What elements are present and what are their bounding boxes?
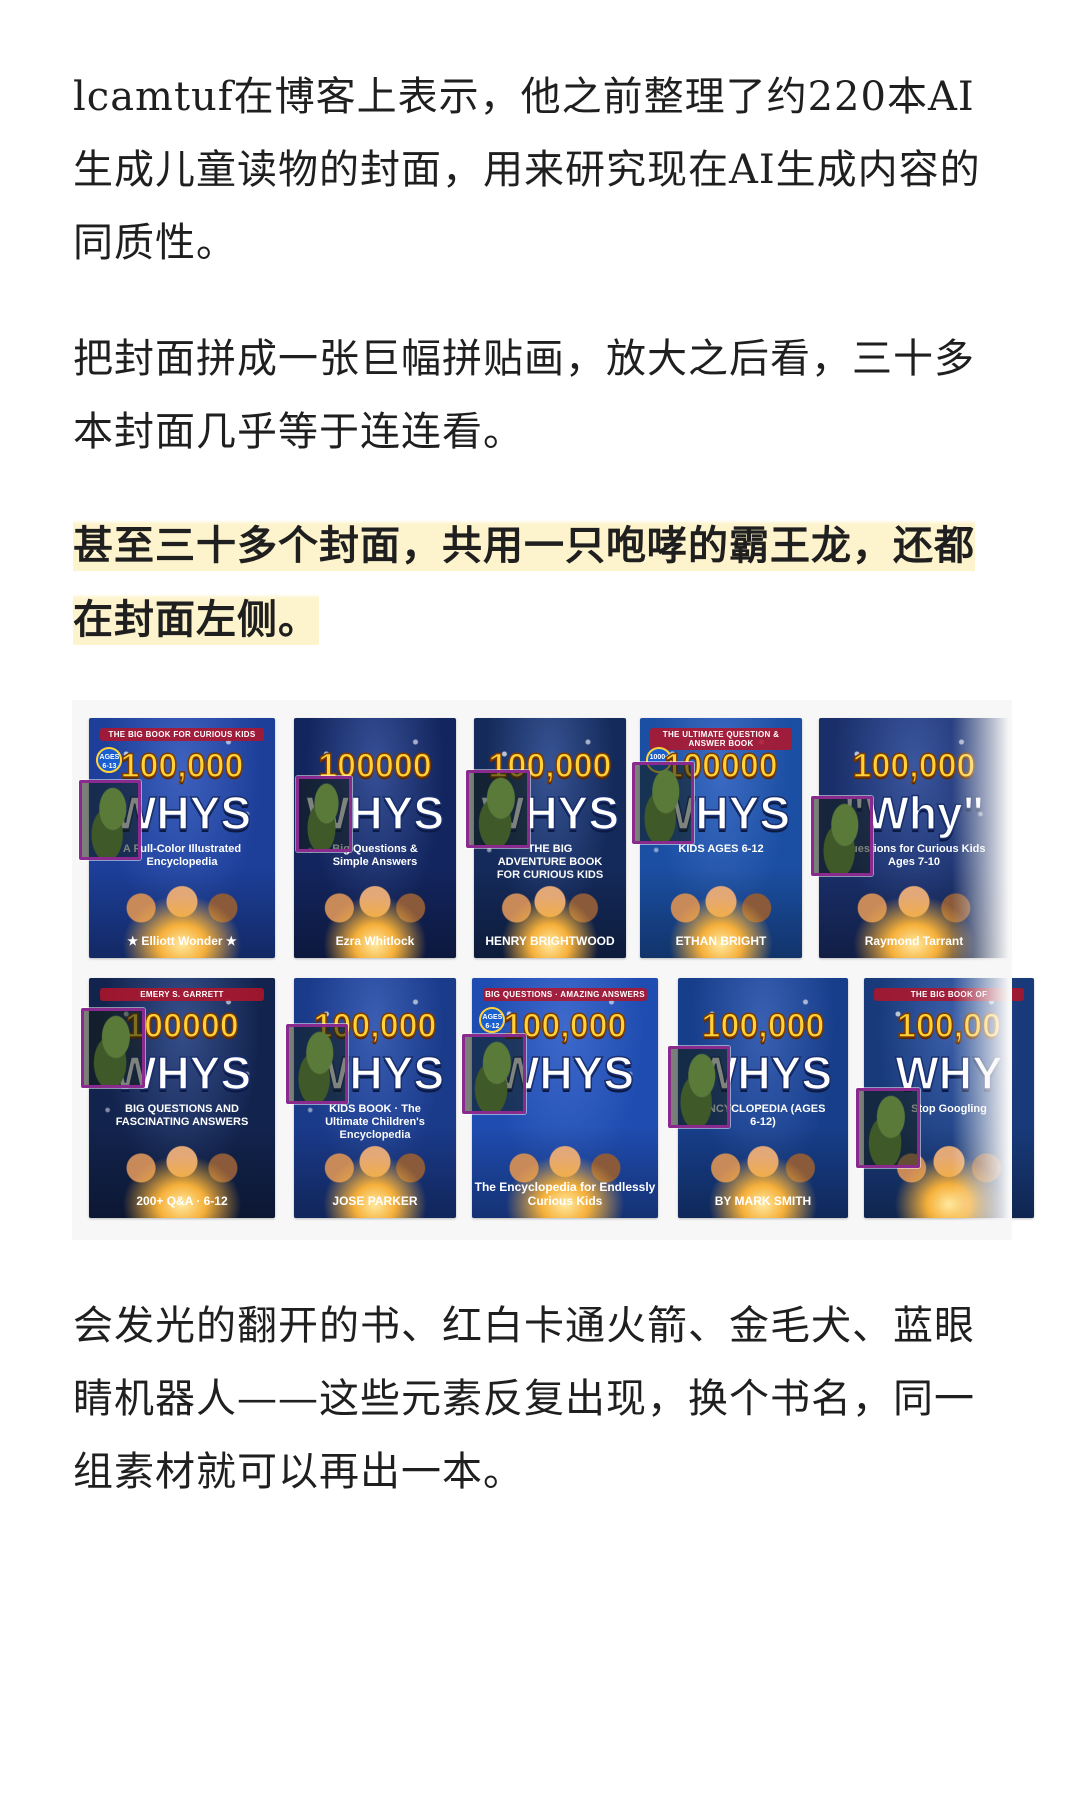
trex-highlight-marker bbox=[668, 1046, 730, 1128]
cover-author: JOSE PARKER bbox=[332, 1194, 418, 1209]
book-cover-collage-image: THE BIG BOOK FOR CURIOUS KIDS AGES 6-13 10… bbox=[72, 700, 1034, 1240]
cover-number: 100,000 bbox=[852, 747, 976, 786]
highlight-line-1: 甚至三十多个封面，共用一只咆哮的霸王龙，还都 bbox=[73, 520, 975, 571]
trex-highlight-marker bbox=[81, 1008, 145, 1088]
paragraph-3-line-1: 会发光的翻开的书、红白卡通火箭、金毛犬、蓝眼 bbox=[73, 1303, 975, 1349]
cover-author: Raymond Tarrant bbox=[864, 934, 964, 949]
cover-top-banner: THE BIG BOOK OF bbox=[874, 987, 1024, 1001]
paragraph-1-line-2: 生成儿童读物的封面，用来研究现在AI生成内容的 bbox=[73, 147, 981, 193]
cover-author: ETHAN BRIGHT bbox=[675, 934, 767, 949]
cover-author: The Encyclopedia for Endlessly Curious K… bbox=[474, 1180, 656, 1209]
paragraph-3: 会发光的翻开的书、红白卡通火箭、金毛犬、蓝眼 睛机器人——这些元素反复出现，换个… bbox=[73, 1290, 1013, 1509]
cover-author: ★ Elliott Wonder ★ bbox=[127, 934, 237, 949]
cover-author: HENRY BRIGHTWOOD bbox=[485, 934, 615, 949]
paragraph-1: lcamtuf在博客上表示，他之前整理了约220本AI 生成儿童读物的封面，用来… bbox=[73, 61, 1013, 280]
paragraph-2-line-1: 把封面拼成一张巨幅拼贴画，放大之后看，三十多 bbox=[73, 336, 975, 382]
trex-highlight-marker bbox=[856, 1088, 920, 1168]
trex-highlight-marker bbox=[811, 796, 873, 876]
trex-highlight-marker bbox=[296, 776, 352, 852]
cover-number: 100,00 bbox=[896, 1007, 1002, 1046]
cover-top-banner: THE BIG BOOK FOR CURIOUS KIDS bbox=[100, 727, 264, 741]
trex-highlight-marker bbox=[462, 1034, 526, 1114]
cover-number: 100,000 bbox=[701, 1007, 825, 1046]
cover-author: Ezra Whitlock bbox=[335, 934, 415, 949]
cover-subtitle: BIG QUESTIONS AND FASCINATING ANSWERS bbox=[115, 1102, 249, 1128]
cover-subtitle: KIDS AGES 6-12 bbox=[678, 842, 764, 855]
cover-top-banner: EMERY S. GARRETT bbox=[100, 987, 264, 1001]
paragraph-1-line-3: 同质性。 bbox=[73, 220, 237, 266]
paragraph-1-line-1: lcamtuf在博客上表示，他之前整理了约220本AI bbox=[73, 74, 975, 120]
trex-highlight-marker bbox=[286, 1024, 348, 1104]
highlight-line-2: 在封面左侧。 bbox=[73, 594, 319, 645]
cover-author: BY MARK SMITH bbox=[714, 1194, 812, 1209]
cover-top-banner: BIG QUESTIONS · AMAZING ANSWERS bbox=[483, 987, 647, 1001]
paragraph-2: 把封面拼成一张巨幅拼贴画，放大之后看，三十多 本封面几乎等于连连看。 bbox=[73, 323, 1013, 469]
trex-highlight-marker bbox=[79, 780, 141, 860]
trex-highlight-marker bbox=[632, 762, 694, 844]
cover-number: 100,000 bbox=[120, 747, 244, 786]
paragraph-3-line-3: 组素材就可以再出一本。 bbox=[73, 1449, 524, 1495]
cover-author: 200+ Q&A · 6-12 bbox=[136, 1194, 228, 1209]
highlighted-paragraph: 甚至三十多个封面，共用一只咆哮的霸王龙，还都 在封面左侧。 bbox=[73, 509, 1013, 657]
paragraph-3-line-2: 睛机器人——这些元素反复出现，换个书名，同一 bbox=[73, 1376, 975, 1422]
paragraph-2-line-2: 本封面几乎等于连连看。 bbox=[73, 409, 524, 455]
trex-highlight-marker bbox=[466, 770, 530, 848]
